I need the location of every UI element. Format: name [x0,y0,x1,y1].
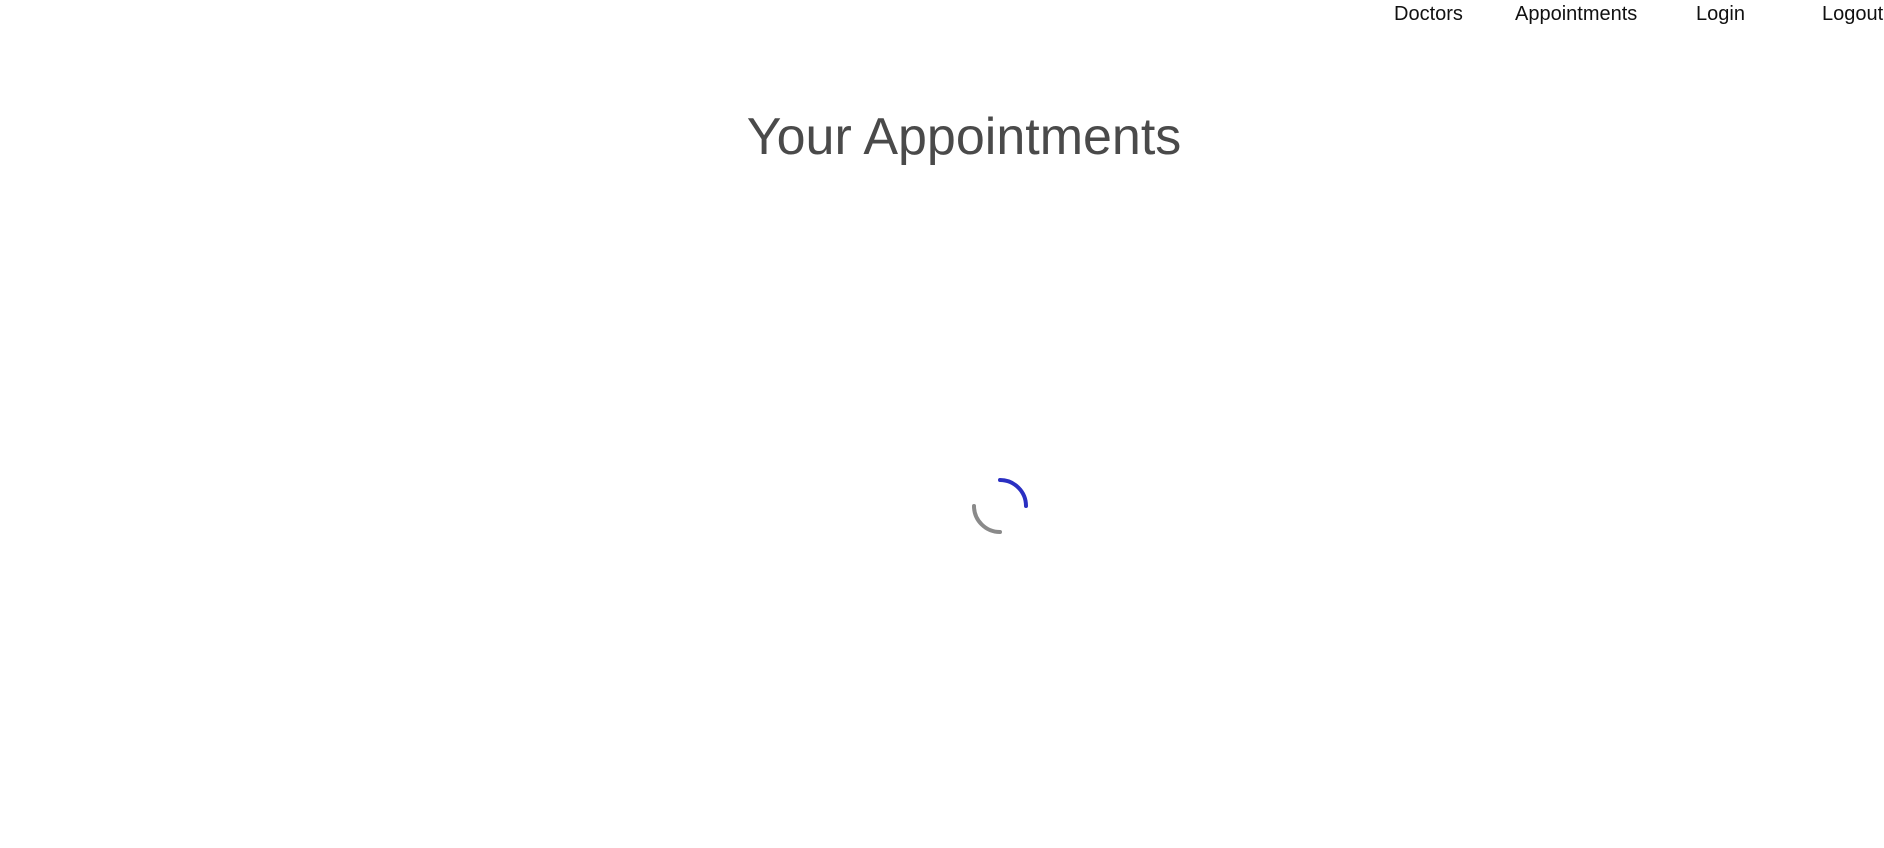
nav-link-login[interactable]: Login [1696,2,1745,26]
page-title: Your Appointments [746,108,1182,166]
appointments-page: Doctors Appointments Login Logout Your A… [0,0,1884,848]
top-navbar: Doctors Appointments Login Logout [0,0,1884,30]
nav-link-appointments[interactable]: Appointments [1515,2,1637,26]
nav-link-doctors[interactable]: Doctors [1394,2,1463,26]
nav-link-logout[interactable]: Logout [1822,2,1883,26]
loading-spinner [966,472,1034,540]
spinner-accent-arc [998,478,1028,508]
spinner-track-arc [972,504,1002,534]
spinner-icon [972,478,1028,534]
